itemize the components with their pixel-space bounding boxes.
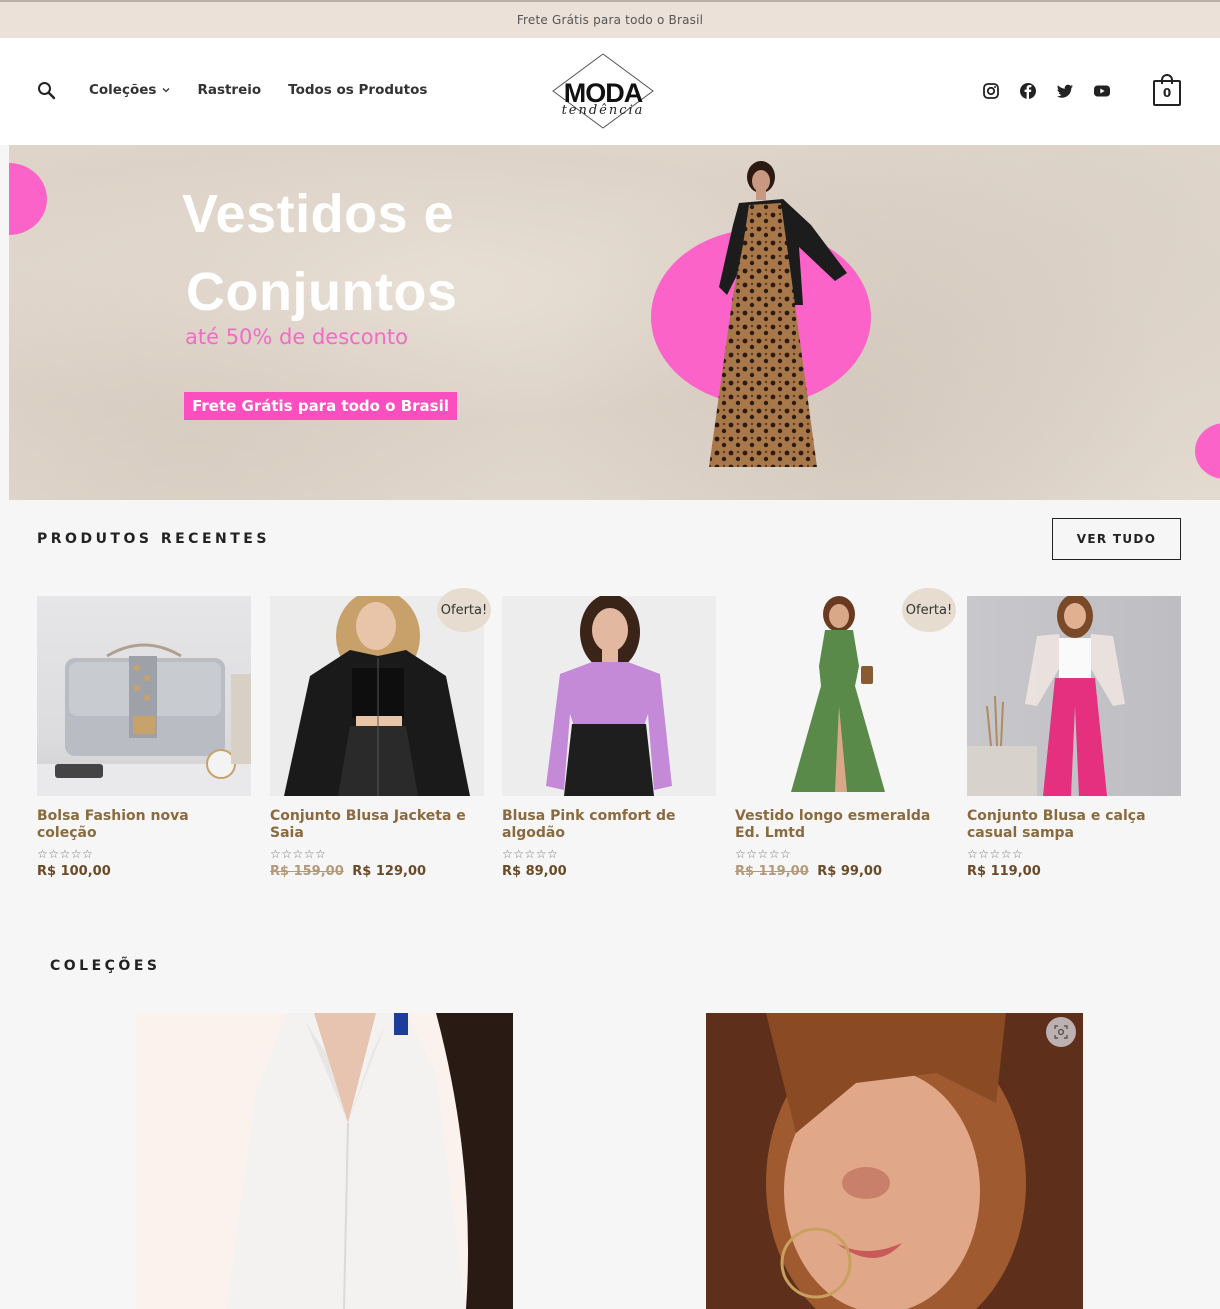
nav-item-colecoes[interactable]: Coleções bbox=[89, 82, 170, 98]
product-price: R$ 119,00 bbox=[967, 864, 1181, 879]
product-name[interactable]: Blusa Pink comfort de algodão bbox=[502, 808, 716, 842]
product-price: R$ 159,00 R$ 129,00 bbox=[270, 864, 484, 879]
old-price: R$ 119,00 bbox=[735, 864, 809, 879]
cart-count: 0 bbox=[1153, 80, 1181, 106]
old-price: R$ 159,00 bbox=[270, 864, 344, 879]
cart-button[interactable]: 0 bbox=[1153, 74, 1181, 106]
announcement-text: Frete Grátis para todo o Brasil bbox=[516, 13, 704, 27]
sale-badge: Oferta! bbox=[902, 588, 956, 632]
recent-products-title: PRODUTOS RECENTES bbox=[37, 531, 270, 547]
instagram-icon[interactable] bbox=[982, 82, 1000, 100]
current-price: R$ 129,00 bbox=[352, 864, 427, 879]
facebook-icon[interactable] bbox=[1019, 82, 1037, 100]
product-image-pink-pants-set[interactable] bbox=[967, 596, 1181, 796]
rating-stars: ☆☆☆☆☆ bbox=[270, 847, 327, 861]
product-image-pink-blouse[interactable] bbox=[502, 596, 716, 796]
main-nav: Coleções Rastreio Todos os Produtos bbox=[89, 82, 427, 98]
collection-card-accessories[interactable] bbox=[706, 1013, 1083, 1309]
decor-dot bbox=[1195, 423, 1220, 479]
rating-stars: ☆☆☆☆☆ bbox=[967, 847, 1024, 861]
sale-badge: Oferta! bbox=[437, 588, 491, 632]
collection-card-blouses[interactable] bbox=[136, 1013, 513, 1309]
product-name[interactable]: Bolsa Fashion nova coleção bbox=[37, 808, 251, 842]
nav-item-label: Todos os Produtos bbox=[288, 82, 428, 98]
site-logo[interactable]: MODA tendência bbox=[535, 52, 671, 130]
nav-item-rastreio[interactable]: Rastreio bbox=[197, 82, 261, 98]
nav-item-todos-produtos[interactable]: Todos os Produtos bbox=[288, 82, 427, 98]
current-price: R$ 89,00 bbox=[502, 864, 567, 879]
product-image-bag[interactable] bbox=[37, 596, 251, 796]
decor-dot bbox=[9, 163, 47, 235]
svg-text:tendência: tendência bbox=[562, 103, 645, 118]
rating-stars: ☆☆☆☆☆ bbox=[37, 847, 94, 861]
product-card[interactable]: Bolsa Fashion nova coleção ☆☆☆☆☆ R$ 100,… bbox=[37, 596, 251, 879]
current-price: R$ 99,00 bbox=[817, 864, 882, 879]
visual-search-icon[interactable] bbox=[1046, 1017, 1076, 1047]
hero-subtitle: até 50% de desconto bbox=[185, 325, 408, 349]
rating-stars: ☆☆☆☆☆ bbox=[735, 847, 792, 861]
nav-item-label: Coleções bbox=[89, 82, 157, 98]
view-all-button[interactable]: VER TUDO bbox=[1052, 518, 1181, 560]
hero-banner[interactable]: Vestidos e Conjuntos até 50% de desconto… bbox=[9, 145, 1220, 500]
product-card[interactable]: Vestido longo esmeralda Ed. Lmtd ☆☆☆☆☆ R… bbox=[735, 596, 949, 879]
site-header: Coleções Rastreio Todos os Produtos MODA… bbox=[0, 38, 1220, 145]
hero-title-line2: Conjuntos bbox=[186, 262, 458, 322]
current-price: R$ 119,00 bbox=[967, 864, 1041, 879]
chevron-down-icon bbox=[162, 88, 170, 93]
collections-title: COLEÇÕES bbox=[50, 958, 161, 974]
hero-model-image bbox=[709, 161, 847, 467]
nav-item-label: Rastreio bbox=[197, 82, 262, 98]
hero-cta-label[interactable]: Frete Grátis para todo o Brasil bbox=[184, 392, 457, 420]
search-icon[interactable] bbox=[36, 80, 58, 102]
twitter-icon[interactable] bbox=[1056, 82, 1074, 100]
product-name[interactable]: Conjunto Blusa Jacketa e Saia bbox=[270, 808, 484, 842]
rating-stars: ☆☆☆☆☆ bbox=[502, 847, 559, 861]
product-card[interactable]: Blusa Pink comfort de algodão ☆☆☆☆☆ R$ 8… bbox=[502, 596, 716, 879]
hero-title-line1: Vestidos e bbox=[182, 184, 455, 244]
current-price: R$ 100,00 bbox=[37, 864, 111, 879]
product-card[interactable]: Conjunto Blusa e calça casual sampa ☆☆☆☆… bbox=[967, 596, 1181, 879]
social-links bbox=[982, 82, 1111, 100]
product-price: R$ 89,00 bbox=[502, 864, 716, 879]
product-price: R$ 100,00 bbox=[37, 864, 251, 879]
product-name[interactable]: Vestido longo esmeralda Ed. Lmtd bbox=[735, 808, 949, 842]
product-name[interactable]: Conjunto Blusa e calça casual sampa bbox=[967, 808, 1181, 842]
product-card[interactable]: Conjunto Blusa Jacketa e Saia ☆☆☆☆☆ R$ 1… bbox=[270, 596, 484, 879]
product-price: R$ 119,00 R$ 99,00 bbox=[735, 864, 949, 879]
youtube-icon[interactable] bbox=[1093, 82, 1111, 100]
announcement-bar: Frete Grátis para todo o Brasil bbox=[0, 0, 1220, 38]
